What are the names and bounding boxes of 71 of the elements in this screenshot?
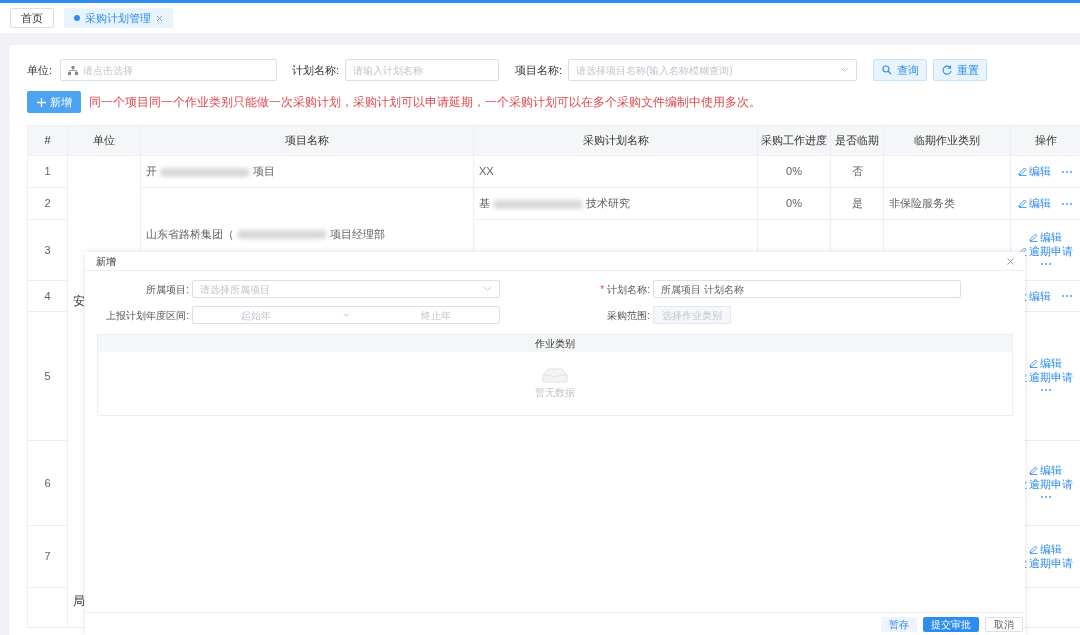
row-number: 7: [44, 550, 51, 563]
row-number: 3: [44, 243, 51, 256]
tab[interactable]: 首页: [10, 8, 54, 28]
cell-text: 安: [73, 293, 86, 310]
field-label: 上报计划年度区间:: [105, 308, 190, 323]
chevron-down-icon: [840, 67, 849, 73]
column-header: 项目名称: [285, 134, 329, 147]
cell-text: XX: [479, 165, 494, 178]
cell-text: 否: [851, 165, 863, 178]
cell-text: 山东省路桥集团（: [146, 227, 234, 240]
column-header: 采购计划名称: [582, 134, 649, 147]
refresh-icon: [941, 65, 952, 75]
filter-label: 单位:: [27, 62, 54, 78]
column-header: 单位: [93, 134, 115, 147]
dialog-title: 新增: [96, 254, 116, 269]
more-button[interactable]: ⋯: [1061, 198, 1073, 209]
cell-text: 是: [851, 197, 863, 210]
close-icon: [156, 14, 163, 22]
plus-icon: [36, 97, 46, 107]
cell-text: 0%: [786, 197, 802, 210]
column-header: 是否临期: [835, 134, 879, 147]
row-number: 5: [44, 369, 51, 382]
input-field[interactable]: 所属项目 计划名称: [653, 280, 961, 298]
cell-text: 项目: [253, 165, 275, 178]
edit-link[interactable]: 编辑: [1029, 231, 1062, 244]
more-button[interactable]: ⋯: [1039, 259, 1052, 269]
org-chart-icon: [68, 65, 78, 75]
cell-text: 0%: [786, 165, 802, 178]
cell-text: 局: [73, 593, 86, 610]
edit-link[interactable]: 编辑: [1029, 357, 1062, 370]
more-button[interactable]: ⋯: [1039, 385, 1052, 395]
filter-label: 项目名称:: [515, 62, 564, 78]
cell-text: 项目经理部: [330, 227, 385, 240]
edit-link[interactable]: 编辑: [1029, 543, 1062, 556]
more-button[interactable]: ⋯: [1061, 166, 1073, 177]
reset-button[interactable]: 重置: [933, 59, 987, 81]
column-header: 操作: [1034, 134, 1057, 147]
row-number: 4: [44, 289, 51, 302]
more-button[interactable]: ⋯: [1039, 492, 1052, 502]
edit-link[interactable]: 编辑: [1029, 464, 1062, 477]
column-header: #: [44, 134, 51, 147]
row-number: 2: [44, 197, 51, 210]
field-label: * 计划名称:: [599, 282, 651, 297]
edit-link[interactable]: 编辑: [1018, 197, 1051, 210]
column-header: 临期作业类别: [914, 134, 980, 147]
chevron-down-icon: [483, 286, 492, 292]
column-header: 采购工作进度: [761, 134, 827, 147]
close-button[interactable]: [1007, 257, 1014, 265]
field-label: 采购范围:: [606, 308, 651, 323]
tab[interactable]: 采购计划管理: [64, 8, 173, 28]
column-header: 作业类别: [535, 337, 575, 351]
row-number: 6: [44, 476, 51, 489]
cancel-button[interactable]: 取消: [985, 617, 1023, 632]
cell-text: 技术研究: [586, 197, 630, 210]
empty-tray-icon: [542, 367, 568, 383]
submit-button[interactable]: 提交审批: [923, 617, 979, 632]
more-button[interactable]: ⋯: [1061, 291, 1073, 301]
cell-text: 非保险服务类: [889, 197, 955, 210]
notice-text: 同一个项目同一个作业类别只能做一次采购计划，采购计划可以申请延期，一个采购计划可以在多个采购文件编制中使用多次。: [89, 94, 761, 111]
cell-text: 开: [146, 165, 157, 178]
save-draft-button[interactable]: 暂存: [881, 617, 917, 632]
query-button[interactable]: 查询: [873, 59, 927, 81]
edit-link[interactable]: 编辑: [1018, 165, 1051, 178]
add-button[interactable]: 新增: [27, 91, 81, 113]
field-label: 所属项目:: [145, 282, 190, 297]
close-icon: [1007, 257, 1014, 265]
filter-label: 计划名称:: [292, 62, 341, 78]
dot-icon: [74, 15, 80, 21]
cell-text: 基: [479, 197, 490, 210]
row-number: 1: [44, 165, 51, 178]
search-icon: [881, 65, 892, 75]
